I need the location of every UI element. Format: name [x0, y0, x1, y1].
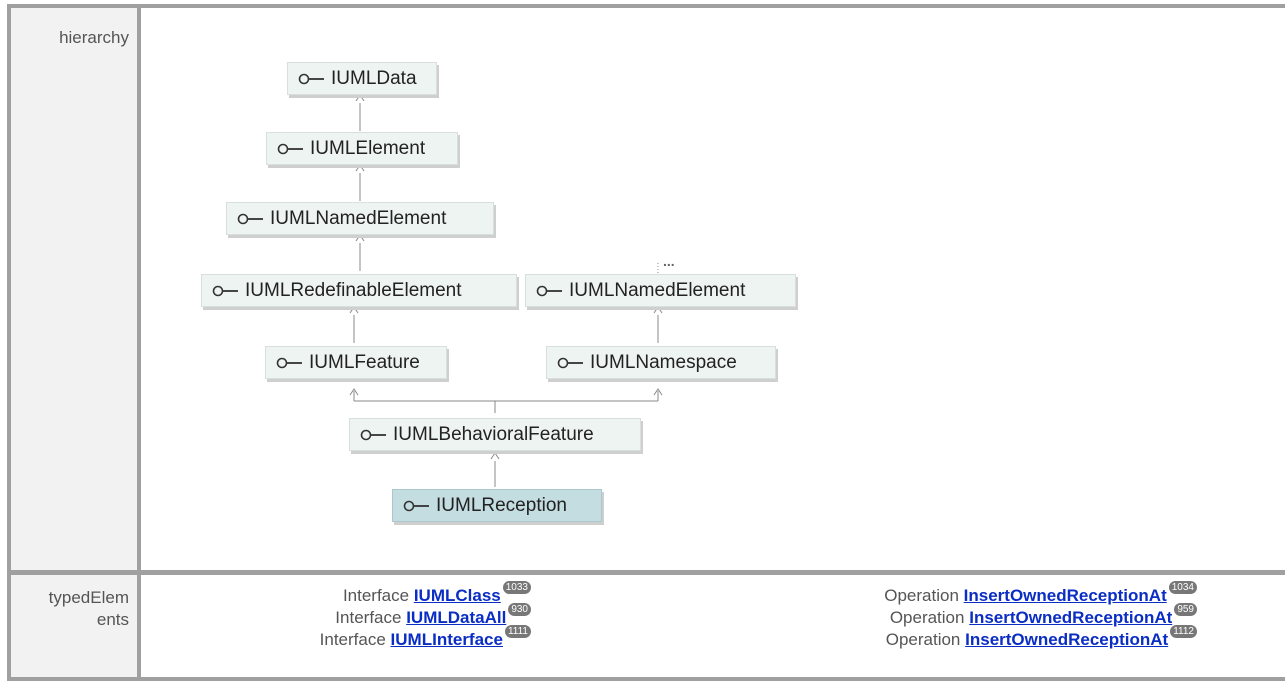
element-link[interactable]: IUMLDataAll	[406, 608, 506, 627]
more-ancestors-ellipsis[interactable]: ...	[663, 253, 675, 269]
element-kind: Operation	[885, 630, 961, 649]
typed-elements-list: Interface IUMLClass 1033 Interface IUMLDa…	[141, 575, 1285, 677]
typed-elements-label: typedElem ents	[11, 575, 137, 677]
typed-elements-label-line1: typedElem	[48, 588, 129, 607]
node-label: IUMLFeature	[309, 351, 420, 373]
node-iumlbehavioralfeature[interactable]: IUMLBehavioralFeature	[349, 418, 641, 451]
node-iumlnamedelement[interactable]: IUMLNamedElement	[226, 202, 494, 235]
count-badge: 959	[1174, 603, 1197, 616]
interface-icon	[536, 285, 562, 296]
table-border-bottom	[7, 677, 1285, 681]
count-badge: 1111	[504, 625, 531, 638]
node-iumlreception[interactable]: IUMLReception	[392, 489, 602, 522]
interface-icon	[212, 285, 238, 296]
node-iumlelement[interactable]: IUMLElement	[266, 132, 458, 165]
element-link[interactable]: IUMLClass	[414, 586, 501, 605]
node-label: IUMLData	[331, 67, 417, 89]
node-iumlnamespace[interactable]: IUMLNamespace	[546, 346, 776, 379]
node-label: IUMLElement	[310, 137, 426, 159]
node-label: IUMLReception	[436, 494, 567, 516]
element-link[interactable]: InsertOwnedReceptionAt	[965, 630, 1168, 649]
node-label: IUMLNamespace	[590, 351, 737, 373]
element-kind: Operation	[889, 608, 965, 627]
element-kind: Interface	[335, 608, 402, 627]
interface-icon	[557, 357, 583, 368]
interface-icon	[237, 213, 263, 224]
node-iumlfeature[interactable]: IUMLFeature	[265, 346, 447, 379]
node-label: IUMLNamedElement	[569, 279, 746, 301]
node-iumlnamedelement-2[interactable]: IUMLNamedElement	[525, 274, 796, 307]
element-kind: Interface	[319, 630, 386, 649]
typed-elements-label-line2: ents	[96, 610, 129, 629]
hierarchy-label: hierarchy	[11, 8, 137, 570]
count-badge: 1033	[502, 581, 531, 594]
element-kind: Operation	[884, 586, 959, 605]
interface-icon	[276, 357, 302, 368]
typed-element-row: Interface IUMLInterface 1111	[319, 625, 531, 651]
element-link[interactable]: IUMLInterface	[391, 630, 503, 649]
count-badge: 1034	[1168, 581, 1197, 594]
element-link[interactable]: InsertOwnedReceptionAt	[969, 608, 1172, 627]
interface-icon	[403, 500, 429, 511]
count-badge: 930	[508, 603, 531, 616]
interface-icon	[298, 73, 324, 84]
node-label: IUMLBehavioralFeature	[393, 423, 594, 445]
interface-icon	[360, 429, 386, 440]
element-kind: Interface	[342, 586, 410, 605]
node-iumlredefinableelement[interactable]: IUMLRedefinableElement	[201, 274, 517, 307]
hierarchy-diagram: IUMLData IUMLElement IUMLNamedElement ..…	[141, 8, 1285, 570]
node-iumldata[interactable]: IUMLData	[287, 62, 437, 95]
element-link[interactable]: InsertOwnedReceptionAt	[964, 586, 1167, 605]
node-label: IUMLNamedElement	[270, 207, 447, 229]
typed-element-row: Operation InsertOwnedReceptionAt 959	[889, 603, 1197, 629]
typed-element-row: Operation InsertOwnedReceptionAt 1112	[885, 625, 1197, 651]
typed-element-row: Operation InsertOwnedReceptionAt 1034	[884, 581, 1197, 607]
node-label: IUMLRedefinableElement	[245, 279, 462, 301]
hierarchy-label-text: hierarchy	[59, 28, 129, 47]
interface-icon	[277, 143, 303, 154]
typed-element-row: Interface IUMLClass 1033	[342, 581, 531, 607]
count-badge: 1112	[1170, 625, 1197, 638]
typed-element-row: Interface IUMLDataAll 930	[335, 603, 531, 629]
